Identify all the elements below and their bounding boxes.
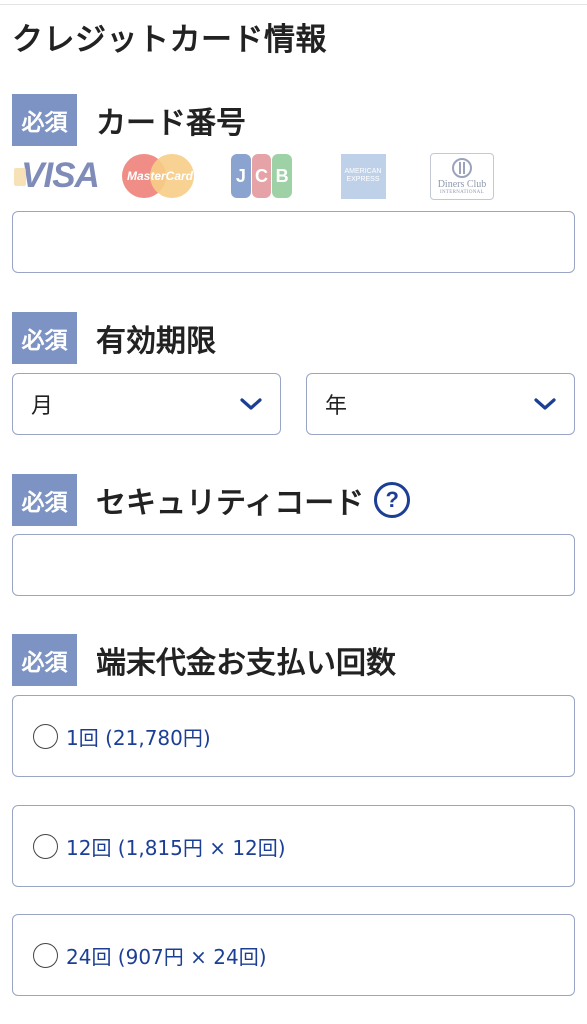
card-number-label: カード番号	[96, 106, 246, 141]
security-code-input[interactable]	[12, 534, 575, 596]
required-badge: 必須	[12, 94, 77, 146]
card-brand-logos: VISA MasterCard J C B AMERICAN EXPRESS D…	[14, 152, 514, 202]
page-title: クレジットカード情報	[12, 22, 327, 58]
jcb-logo: J C B	[231, 152, 293, 200]
mastercard-logo-text: MasterCard	[126, 169, 194, 183]
chevron-down-icon	[534, 398, 556, 410]
diners-mark-icon	[452, 157, 472, 178]
installment-option-1[interactable]: 1回 (21,780円)	[12, 695, 575, 777]
mastercard-logo: MasterCard	[122, 152, 198, 200]
installment-option-label: 1回 (21,780円)	[66, 725, 211, 750]
required-badge: 必須	[12, 474, 77, 526]
expiry-year-select[interactable]: 年	[306, 373, 575, 435]
amex-line-2: EXPRESS	[346, 176, 380, 183]
radio-button[interactable]	[33, 833, 58, 859]
question-circle-icon[interactable]: ?	[374, 482, 411, 518]
diners-logo-subtext: INTERNATIONAL	[440, 189, 484, 195]
installments-heading: 必須 端末代金お支払い回数	[12, 634, 396, 686]
expiry-heading: 必須 有効期限	[12, 312, 216, 364]
jcb-letter-b: B	[272, 154, 293, 198]
expiry-label: 有効期限	[96, 324, 216, 359]
diners-logo-box: Diners Club INTERNATIONAL	[430, 152, 494, 200]
installment-option-24[interactable]: 24回 (907円 × 24回)	[12, 914, 575, 996]
amex-logo: AMERICAN EXPRESS	[340, 152, 386, 200]
radio-button[interactable]	[33, 942, 58, 968]
visa-logo: VISA	[14, 152, 106, 200]
security-code-label: セキュリティコード	[96, 486, 365, 521]
required-badge: 必須	[12, 634, 77, 686]
jcb-letter-c: C	[251, 154, 272, 198]
expiry-month-select[interactable]: 月	[12, 373, 281, 435]
diners-logo-text: Diners Club	[437, 178, 487, 190]
diners-club-logo: Diners Club INTERNATIONAL	[430, 152, 494, 200]
expiry-year-value: 年	[325, 394, 348, 419]
installments-label: 端末代金お支払い回数	[96, 646, 396, 681]
card-number-input[interactable]	[12, 211, 575, 273]
top-divider	[0, 4, 587, 5]
installment-option-label: 12回 (1,815円 × 12回)	[66, 835, 286, 860]
radio-button[interactable]	[33, 723, 58, 749]
jcb-letter-j: J	[231, 154, 251, 198]
chevron-down-icon	[240, 398, 262, 410]
expiry-month-value: 月	[31, 394, 54, 419]
installment-option-label: 24回 (907円 × 24回)	[66, 944, 267, 969]
amex-logo-box: AMERICAN EXPRESS	[340, 153, 386, 199]
visa-logo-text: VISA	[21, 156, 100, 195]
installment-option-12[interactable]: 12回 (1,815円 × 12回)	[12, 805, 575, 887]
security-code-heading: 必須 セキュリティコード ?	[12, 474, 411, 526]
card-number-heading: 必須 カード番号	[12, 94, 246, 146]
amex-line-1: AMERICAN	[344, 167, 382, 175]
required-badge: 必須	[12, 312, 77, 364]
